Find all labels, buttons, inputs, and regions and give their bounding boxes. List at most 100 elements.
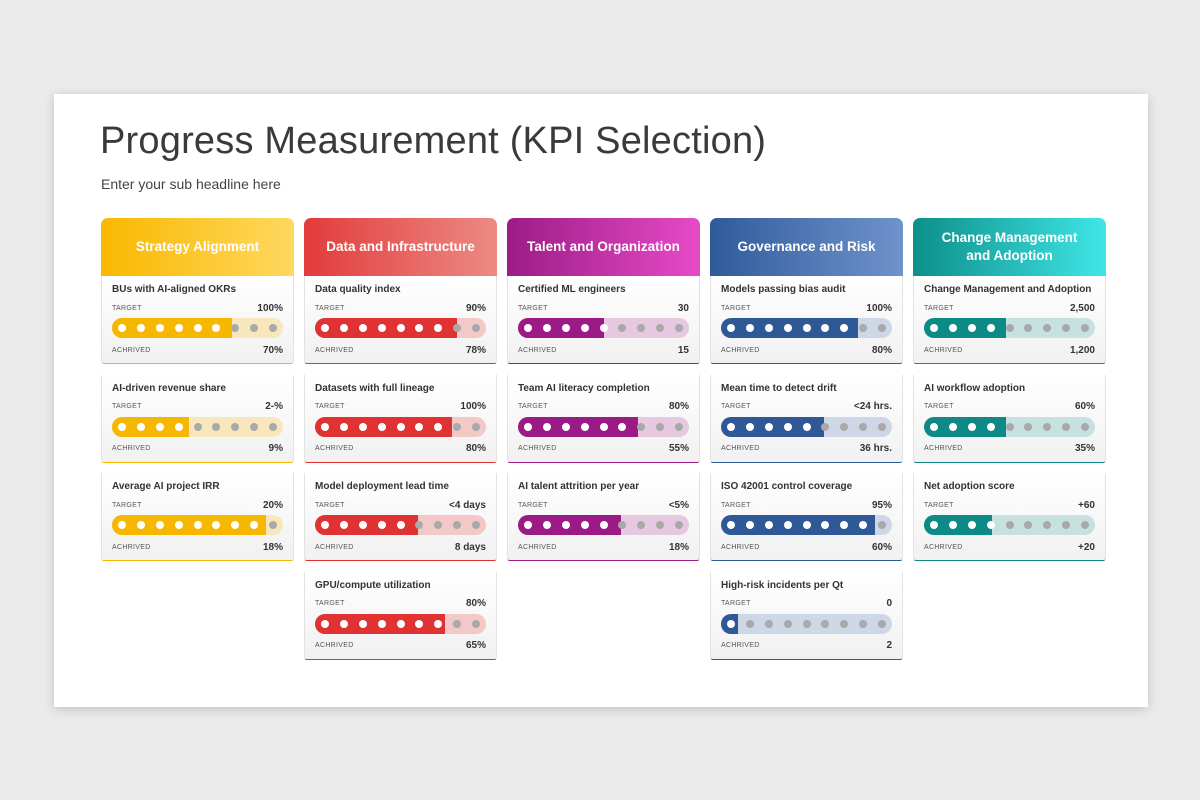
progress-dot bbox=[174, 324, 183, 332]
progress-dot bbox=[396, 324, 405, 332]
progress-dot bbox=[524, 324, 532, 332]
progress-dot bbox=[472, 324, 480, 332]
column-header: Change Management and Adoption bbox=[913, 218, 1106, 276]
achieved-label: ACHRIVED bbox=[721, 445, 760, 452]
achieved-value: 9% bbox=[268, 443, 283, 454]
target-label: TARGET bbox=[924, 501, 954, 509]
target-label: TARGET bbox=[721, 501, 751, 509]
progress-bar bbox=[924, 318, 1095, 338]
kpi-card: AI talent attrition per year TARGET <5% ACH… bbox=[507, 473, 700, 561]
target-row: TARGET 100% bbox=[721, 302, 892, 314]
achieved-value: 35% bbox=[1074, 443, 1095, 454]
kpi-name: Average AI project IRR bbox=[112, 481, 220, 492]
achieved-row: ACHRIVED 78% bbox=[315, 344, 486, 356]
kpi-card: Team AI literacy completion TARGET 80% ACHR… bbox=[507, 374, 700, 463]
target-label: TARGET bbox=[315, 600, 345, 607]
progress-dot bbox=[783, 324, 792, 332]
target-label: TARGET bbox=[924, 403, 954, 410]
target-row: TARGET <5% bbox=[518, 499, 689, 511]
target-row: TARGET 100% bbox=[112, 302, 283, 314]
progress-dot bbox=[377, 521, 386, 529]
achieved-row: ACHRIVED 65% bbox=[315, 640, 486, 652]
progress-dot bbox=[859, 324, 868, 332]
achieved-label: ACHRIVED bbox=[112, 445, 151, 452]
target-value: 100% bbox=[257, 302, 283, 314]
progress-dot bbox=[321, 619, 329, 628]
progress-dot bbox=[840, 619, 849, 628]
progress-dot bbox=[377, 324, 386, 332]
progress-dot bbox=[580, 521, 589, 529]
progress-dot bbox=[656, 521, 665, 529]
progress-dot bbox=[840, 422, 849, 431]
kpi-card: GPU/compute utilization TARGET 80% ACHRIVED… bbox=[304, 571, 497, 660]
progress-dot bbox=[967, 422, 976, 431]
achieved-label: ACHRIVED bbox=[315, 543, 354, 551]
progress-dot bbox=[396, 422, 405, 431]
progress-dot bbox=[656, 422, 665, 431]
kpi-name: GPU/compute utilization bbox=[315, 579, 431, 591]
target-label: TARGET bbox=[518, 304, 548, 312]
target-row: TARGET +60 bbox=[924, 499, 1095, 511]
progress-dot bbox=[193, 521, 202, 529]
target-label: TARGET bbox=[721, 304, 751, 312]
kpi-name: Datasets with full lineage bbox=[315, 382, 435, 394]
progress-dot bbox=[859, 619, 868, 628]
kpi-columns: Strategy Alignment BUs with AI-aligned OK… bbox=[101, 218, 1106, 670]
kpi-column: Change Management and Adoption Change Man… bbox=[913, 218, 1106, 670]
kpi-name: Data quality index bbox=[315, 284, 401, 295]
progress-dot bbox=[783, 422, 792, 431]
progress-dot bbox=[212, 422, 221, 431]
kpi-name: AI-driven revenue share bbox=[112, 382, 226, 394]
column-header: Talent and Organization bbox=[507, 218, 700, 276]
achieved-value: 78% bbox=[465, 344, 486, 356]
progress-dot bbox=[637, 324, 646, 332]
achieved-value: 80% bbox=[465, 443, 486, 454]
kpi-name: High-risk incidents per Qt bbox=[721, 579, 844, 591]
achieved-value: 70% bbox=[262, 344, 283, 356]
progress-dot bbox=[727, 324, 735, 332]
progress-dot bbox=[745, 521, 754, 529]
progress-dot bbox=[136, 521, 145, 529]
achieved-value: 55% bbox=[668, 443, 689, 454]
achieved-label: ACHRIVED bbox=[518, 346, 557, 354]
progress-dot bbox=[321, 422, 329, 431]
page-subtitle: Enter your sub headline here bbox=[101, 176, 281, 192]
achieved-value: 18% bbox=[262, 541, 283, 553]
progress-dot bbox=[764, 521, 773, 529]
progress-dot bbox=[1005, 324, 1014, 332]
achieved-label: ACHRIVED bbox=[315, 445, 354, 452]
progress-dot bbox=[542, 521, 551, 529]
progress-dot bbox=[930, 422, 938, 431]
achieved-label: ACHRIVED bbox=[518, 445, 557, 452]
progress-dot bbox=[231, 324, 240, 332]
target-row: TARGET <24 hrs. bbox=[721, 401, 892, 413]
progress-dot bbox=[174, 521, 183, 529]
progress-dot bbox=[859, 422, 868, 431]
progress-dot bbox=[764, 422, 773, 431]
slide: Progress Measurement (KPI Selection) Ent… bbox=[54, 94, 1148, 707]
achieved-row: ACHRIVED 8 days bbox=[315, 541, 486, 553]
achieved-row: ACHRIVED 18% bbox=[518, 541, 689, 553]
progress-dot bbox=[1024, 324, 1033, 332]
progress-dot bbox=[618, 422, 627, 431]
progress-dot bbox=[231, 422, 240, 431]
progress-bar bbox=[518, 515, 689, 535]
progress-bar bbox=[518, 318, 689, 338]
target-value: <4 days bbox=[449, 499, 486, 511]
target-label: TARGET bbox=[112, 304, 142, 312]
progress-dot bbox=[542, 422, 551, 431]
target-value: 95% bbox=[871, 499, 892, 511]
progress-dot bbox=[472, 521, 480, 529]
target-value: 0 bbox=[886, 598, 892, 609]
progress-dot bbox=[415, 619, 424, 628]
progress-dot bbox=[802, 324, 811, 332]
progress-dot bbox=[472, 422, 480, 431]
achieved-value: 60% bbox=[871, 541, 892, 553]
target-label: TARGET bbox=[924, 304, 954, 312]
progress-dot bbox=[821, 422, 830, 431]
achieved-value: 36 hrs. bbox=[859, 443, 892, 454]
progress-dot bbox=[155, 521, 164, 529]
progress-dot bbox=[339, 324, 348, 332]
progress-dot bbox=[542, 324, 551, 332]
progress-dot bbox=[656, 324, 665, 332]
